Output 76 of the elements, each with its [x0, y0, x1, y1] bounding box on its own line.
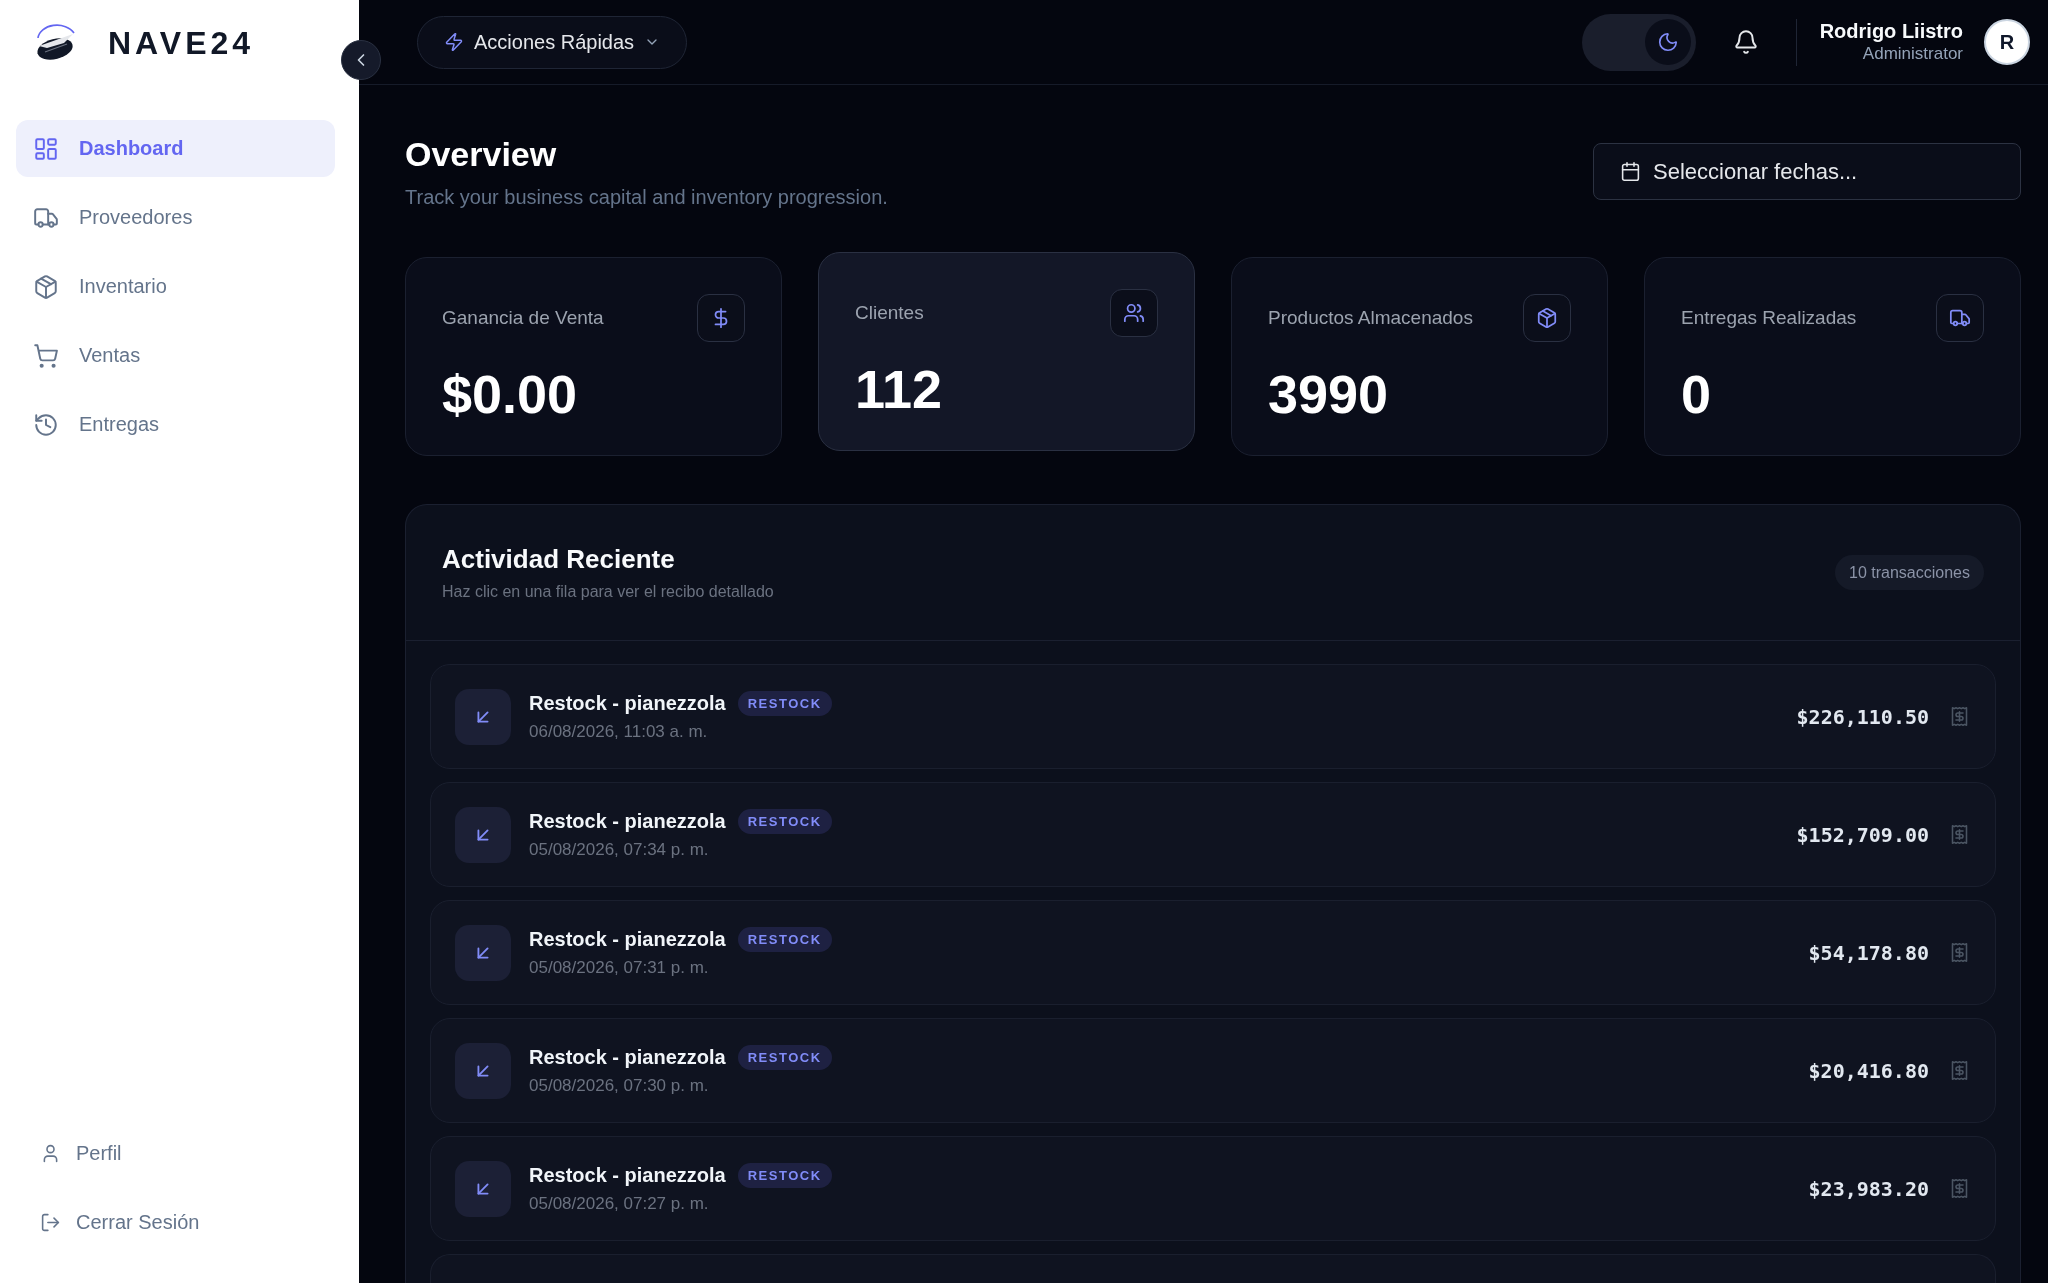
sidebar-item[interactable]: Ventas [16, 327, 335, 384]
date-range-button[interactable]: Seleccionar fechas... [1593, 143, 2021, 200]
calendar-icon [1620, 161, 1641, 182]
type-tag: RESTOCK [737, 690, 832, 716]
activity-row[interactable]: Restock - pianezzola RESTOCK 05/08/2026, 07:30 p. m. $20,416.80 [430, 1018, 1996, 1123]
activity-row[interactable]: Restock - pianezzola RESTOCK 06/08/2026, 11:03 a. m. $226,110.50 [430, 664, 1996, 769]
row-date: 05/08/2026, 07:27 p. m. [529, 1192, 710, 1215]
stat-value: $0.00 [442, 364, 579, 424]
logout-icon [40, 1211, 61, 1233]
type-tag: RESTOCK [737, 926, 832, 952]
arrow-down-left-icon [455, 1160, 511, 1217]
row-title: Restock - pianezzola [529, 808, 726, 834]
cart-icon [33, 342, 59, 369]
activity-row[interactable]: Restock - pianezzola RESTOCK 05/08/2026, 07:27 p. m. $23,983.20 [430, 1136, 1996, 1241]
sidebar-item[interactable]: Dashboard [16, 120, 335, 177]
sidebar-item[interactable]: Proveedores [16, 189, 335, 246]
row-title: Restock - pianezzola [529, 926, 726, 952]
row-date: 06/08/2026, 11:03 a. m. [529, 720, 709, 743]
type-tag: RESTOCK [737, 808, 832, 834]
history-icon [33, 411, 59, 438]
sidebar-item[interactable]: Entregas [16, 396, 335, 453]
panel-subtitle: Haz clic en una fila para ver el recibo detallado [442, 582, 774, 602]
moon-icon [1656, 31, 1679, 53]
panel-title: Actividad Reciente [442, 543, 676, 575]
sidebar-item[interactable]: Inventario [16, 258, 335, 315]
receipt-icon [1949, 824, 1970, 845]
arrow-down-left-icon [455, 1042, 511, 1099]
row-title: Restock - pianezzola [529, 1162, 726, 1188]
row-title: Restock - pianezzola [529, 1044, 726, 1070]
arrow-down-left-icon [455, 806, 511, 863]
collapse-sidebar-button[interactable] [341, 40, 381, 80]
row-date: 05/08/2026, 07:30 p. m. [529, 1074, 710, 1097]
user-role: Administrator [1862, 43, 1963, 65]
lightning-icon [444, 32, 464, 52]
sidebar-item[interactable]: Cerrar Sesión [40, 1197, 200, 1247]
quick-actions-button[interactable]: Acciones Rápidas [417, 15, 688, 69]
page-title: Overview [405, 134, 558, 174]
activity-row[interactable]: Restock - pianezzola RESTOCK 05/08/2026, 07:34 p. m. $152,709.00 [430, 782, 1996, 887]
users-icon [1110, 289, 1158, 337]
page-subtitle: Track your business capital and inventory progression. [405, 185, 888, 210]
brand-name: NAVE24 [108, 24, 255, 62]
user-avatar[interactable]: R [1984, 19, 2030, 65]
arrow-down-left-icon [455, 924, 511, 981]
stat-value: 112 [855, 359, 944, 419]
dashboard-grid-icon [33, 135, 59, 162]
receipt-icon [1949, 1178, 1970, 1199]
row-amount: $54,178.80 [1808, 940, 1929, 965]
user-name: Rodrigo Liistro [1819, 19, 1963, 43]
row-date: 05/08/2026, 07:34 p. m. [529, 838, 710, 861]
arrow-down-left-icon [455, 688, 511, 745]
theme-toggle[interactable] [1581, 13, 1696, 71]
receipt-icon [1949, 1060, 1970, 1081]
receipt-icon [1949, 706, 1970, 727]
row-amount: $226,110.50 [1796, 704, 1929, 729]
row-amount: $23,983.20 [1808, 1176, 1929, 1201]
truck-icon [1936, 294, 1984, 342]
dollar-icon [697, 294, 745, 342]
stat-label: Entregas Realizadas [1681, 307, 1857, 329]
stat-label: Productos Almacenados [1268, 307, 1473, 329]
bell-icon[interactable] [1732, 29, 1759, 55]
transaction-count: 10 transacciones [1835, 555, 1984, 590]
row-date: 05/08/2026, 07:31 p. m. [529, 956, 710, 979]
row-amount: $152,709.00 [1796, 822, 1929, 847]
stat-label: Clientes [855, 302, 924, 324]
receipt-icon [1949, 942, 1970, 963]
row-amount: $20,416.80 [1808, 1058, 1929, 1083]
stat-value: 0 [1681, 364, 1713, 424]
stat-label: Ganancia de Venta [442, 307, 604, 329]
type-tag: RESTOCK [737, 1044, 832, 1070]
type-tag: RESTOCK [737, 1162, 832, 1188]
box-icon [1523, 294, 1571, 342]
row-title: Restock - pianezzola [529, 690, 726, 716]
sidebar-item[interactable]: Perfil [40, 1128, 122, 1178]
stat-value: 3990 [1268, 364, 1390, 424]
box-icon [33, 273, 59, 300]
activity-row[interactable]: Restock - pianezzola RESTOCK 05/08/2026, 07:31 p. m. $54,178.80 [430, 900, 1996, 1005]
